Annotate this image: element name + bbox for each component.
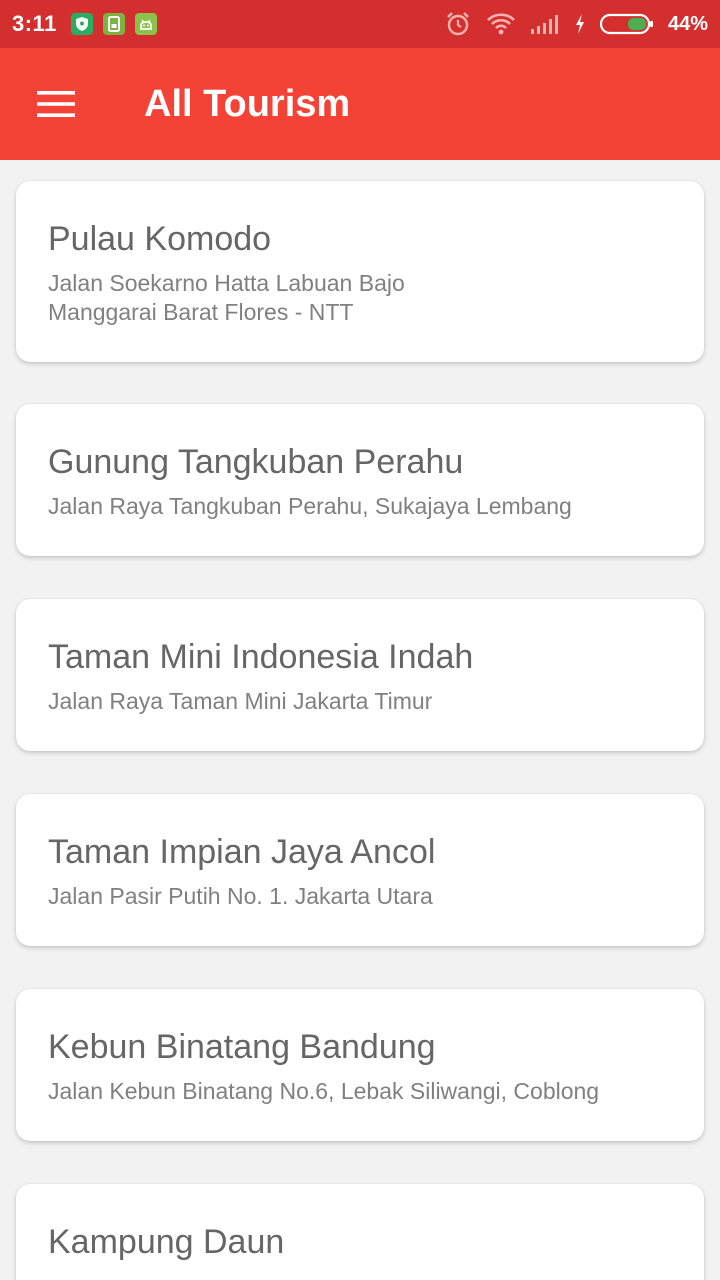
tourism-list[interactable]: Pulau Komodo Jalan Soekarno Hatta Labuan… (0, 160, 720, 1280)
place-address: Jalan Raya Taman Mini Jakarta Timur (48, 688, 433, 714)
hamburger-menu-icon (37, 91, 75, 117)
sim-card-icon (102, 13, 125, 35)
place-address: Jalan Soekarno Hatta Labuan Bajo Manggar… (48, 270, 405, 325)
menu-button[interactable] (0, 48, 112, 160)
place-name: Taman Mini Indonesia Indah (48, 638, 474, 676)
battery-icon (599, 13, 653, 35)
battery-percent: 44% (667, 12, 708, 35)
place-name: Pulau Komodo (48, 220, 272, 258)
shield-icon (70, 13, 93, 35)
place-address: Jalan Pasir Putih No. 1. Jakarta Utara (48, 883, 433, 909)
alarm-icon (447, 12, 469, 36)
android-icon (134, 13, 157, 35)
list-item[interactable]: Kampung Daun (16, 1184, 704, 1280)
place-name: Kampung Daun (48, 1223, 285, 1261)
status-right: 44% (444, 10, 708, 38)
wifi-icon (487, 13, 515, 35)
list-item[interactable]: Pulau Komodo Jalan Soekarno Hatta Labuan… (16, 181, 704, 362)
status-bar: 3:11 44% (0, 0, 720, 48)
list-item[interactable]: Taman Impian Jaya Ancol Jalan Pasir Puti… (16, 794, 704, 946)
list-item[interactable]: Taman Mini Indonesia Indah Jalan Raya Ta… (16, 599, 704, 751)
status-time: 3:11 (12, 11, 57, 36)
signal-icon (530, 15, 558, 34)
page-title: All Tourism (144, 82, 351, 125)
charging-icon (575, 14, 584, 34)
list-item[interactable]: Kebun Binatang Bandung Jalan Kebun Binat… (16, 989, 704, 1141)
place-address: Jalan Raya Tangkuban Perahu, Sukajaya Le… (48, 493, 572, 519)
place-name: Taman Impian Jaya Ancol (48, 833, 436, 871)
status-left: 3:11 (12, 11, 157, 37)
list-item[interactable]: Gunung Tangkuban Perahu Jalan Raya Tangk… (16, 404, 704, 556)
place-name: Gunung Tangkuban Perahu (48, 443, 464, 481)
place-address: Jalan Kebun Binatang No.6, Lebak Siliwan… (48, 1078, 600, 1104)
place-name: Kebun Binatang Bandung (48, 1028, 436, 1066)
app-bar: All Tourism (0, 48, 720, 160)
